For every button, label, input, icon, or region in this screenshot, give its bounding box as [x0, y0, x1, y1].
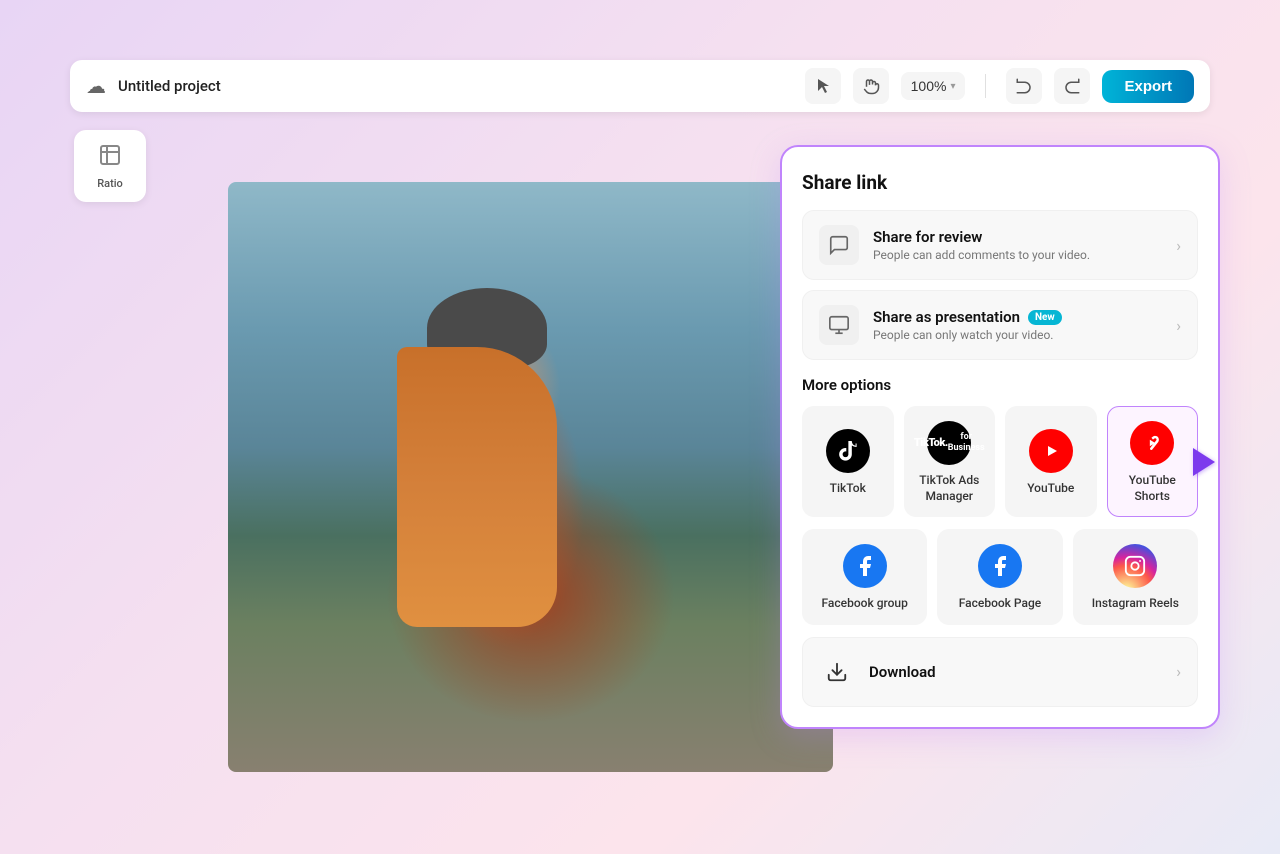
export-button[interactable]: Export [1102, 70, 1194, 103]
share-presentation-desc: People can only watch your video. [873, 328, 1162, 342]
platform-grid-row2: Facebook group Facebook Page Instagram R… [802, 529, 1198, 625]
instagram-reels-label: Instagram Reels [1092, 596, 1179, 612]
sidebar-item-ratio[interactable]: Ratio [74, 130, 146, 202]
project-title: Untitled project [118, 77, 793, 95]
tiktok-ads-label: TikTok Ads Manager [913, 473, 987, 504]
platform-item-tiktok-ads[interactable]: TikTok. for Business TikTok Ads Manager [904, 406, 996, 517]
facebook-page-label: Facebook Page [959, 596, 1041, 612]
share-review-text: Share for review People can add comments… [873, 228, 1162, 262]
sidebar-item-ratio-label: Ratio [97, 177, 123, 190]
new-badge: New [1028, 310, 1062, 325]
tiktok-icon [826, 429, 870, 473]
platform-item-youtube[interactable]: YouTube [1005, 406, 1097, 517]
share-review-icon [819, 225, 859, 265]
tiktok-label: TikTok [830, 481, 866, 497]
platform-item-youtube-shorts[interactable]: YouTube Shorts [1107, 406, 1199, 517]
share-presentation-arrow-icon: › [1176, 316, 1181, 335]
share-panel-title: Share link [802, 171, 1198, 194]
toolbar: ☁ Untitled project 100% ▾ Export [70, 60, 1210, 112]
share-panel: Share link Share for review People can a… [780, 145, 1220, 729]
download-arrow-icon: › [1176, 662, 1181, 681]
share-presentation-icon [819, 305, 859, 345]
download-option[interactable]: Download › [802, 637, 1198, 707]
platform-item-instagram-reels[interactable]: Instagram Reels [1073, 529, 1198, 625]
cloud-icon: ☁ [86, 74, 106, 98]
youtube-shorts-label: YouTube Shorts [1116, 473, 1190, 504]
canvas-image-background [228, 182, 833, 772]
facebook-page-icon [978, 544, 1022, 588]
redo-button[interactable] [1054, 68, 1090, 104]
share-review-arrow-icon: › [1176, 236, 1181, 255]
share-as-presentation-option[interactable]: Share as presentation New People can onl… [802, 290, 1198, 360]
facebook-group-icon [843, 544, 887, 588]
sidebar: Ratio [70, 130, 150, 202]
facebook-group-label: Facebook group [822, 596, 908, 612]
cursor-pointer-icon [1193, 448, 1215, 476]
undo-button[interactable] [1006, 68, 1042, 104]
hand-tool-button[interactable] [853, 68, 889, 104]
more-options-title: More options [802, 376, 1198, 394]
platform-item-tiktok[interactable]: TikTok [802, 406, 894, 517]
download-icon [819, 654, 855, 690]
canvas-image [228, 182, 833, 772]
select-tool-button[interactable] [805, 68, 841, 104]
share-presentation-text: Share as presentation New People can onl… [873, 308, 1162, 342]
download-label: Download [869, 663, 1162, 681]
platform-item-facebook-group[interactable]: Facebook group [802, 529, 927, 625]
share-review-desc: People can add comments to your video. [873, 248, 1162, 262]
ratio-icon [98, 143, 122, 173]
toolbar-divider [985, 74, 986, 98]
share-review-title: Share for review [873, 228, 1162, 246]
instagram-reels-icon [1113, 544, 1157, 588]
zoom-level: 100% [911, 78, 947, 94]
youtube-icon [1029, 429, 1073, 473]
tiktok-ads-icon: TikTok. for Business [927, 421, 971, 465]
platform-grid-row1: TikTok TikTok. for Business TikTok Ads M… [802, 406, 1198, 517]
share-presentation-title: Share as presentation New [873, 308, 1162, 326]
youtube-shorts-icon [1130, 421, 1174, 465]
youtube-label: YouTube [1027, 481, 1074, 497]
zoom-button[interactable]: 100% ▾ [901, 72, 966, 100]
platform-item-facebook-page[interactable]: Facebook Page [937, 529, 1062, 625]
zoom-chevron-icon: ▾ [950, 81, 955, 92]
share-for-review-option[interactable]: Share for review People can add comments… [802, 210, 1198, 280]
